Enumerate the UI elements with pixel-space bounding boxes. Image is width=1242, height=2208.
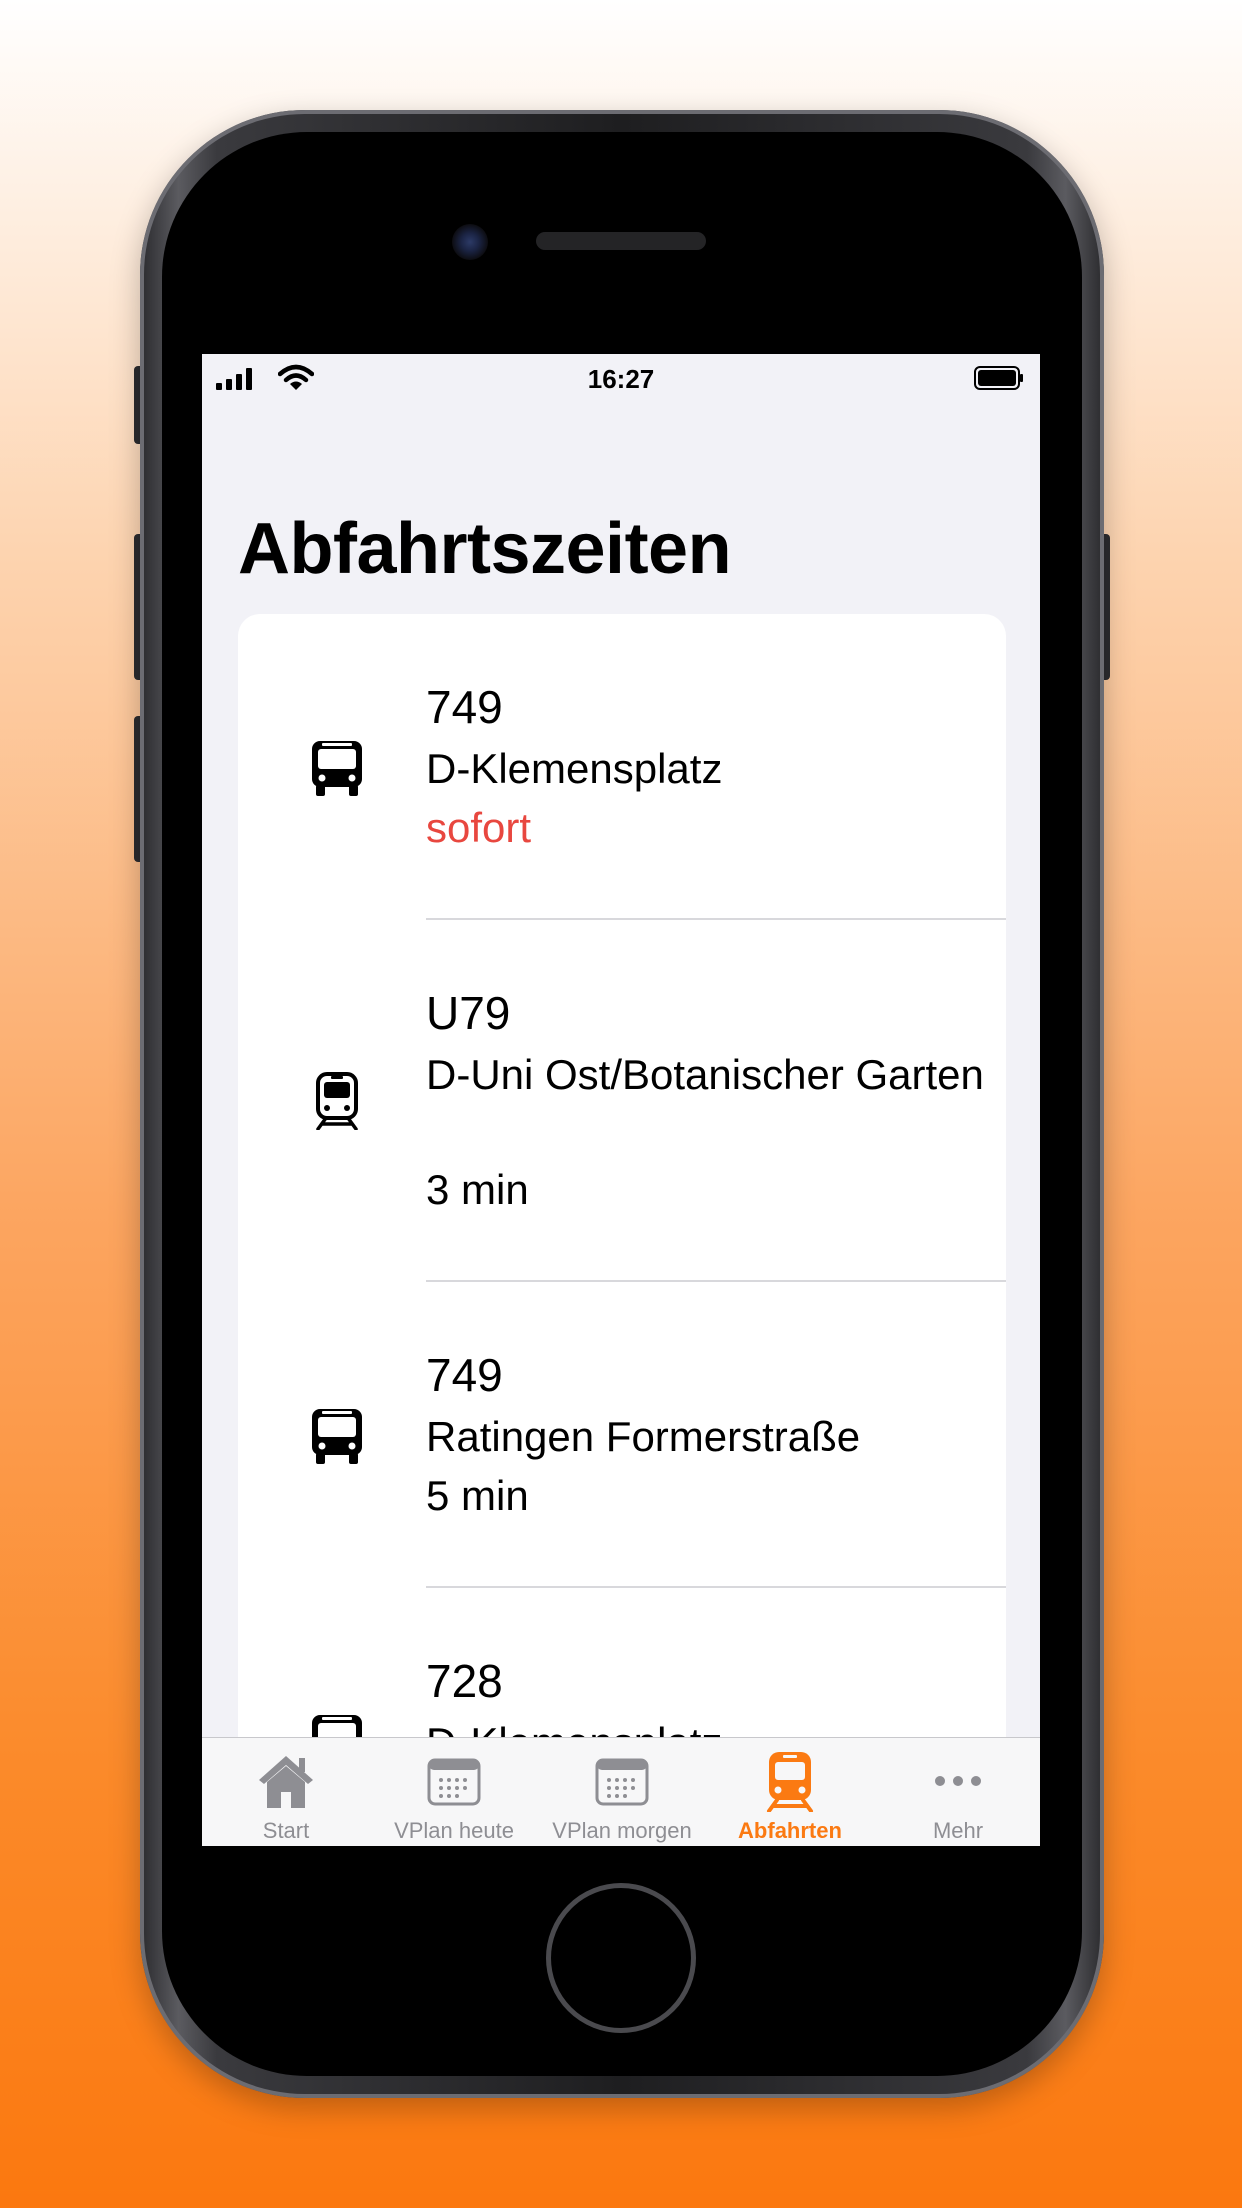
- departure-row[interactable]: 749 Ratingen Formerstraße 5 min: [238, 1282, 1006, 1588]
- destination: D-Klemensplatz: [426, 745, 723, 792]
- departure-list[interactable]: 749 D-Klemensplatz sofort U79 D-Uni Ost/…: [238, 614, 1006, 1814]
- more-icon: [935, 1776, 981, 1786]
- tab-label: Mehr: [932, 1818, 984, 1843]
- tab-label: Abfahrten: [738, 1818, 842, 1843]
- tab-mehr[interactable]: Mehr: [874, 1738, 1040, 1846]
- page-title: Abfahrtszeiten: [238, 509, 732, 589]
- line-number: 749: [426, 681, 503, 733]
- house-icon: [259, 1756, 313, 1808]
- tab-label: Start: [262, 1818, 310, 1843]
- earpiece-speaker: [536, 232, 706, 250]
- line-number: U79: [426, 987, 511, 1039]
- departure-time: 3 min: [426, 1166, 529, 1213]
- tram-icon: [316, 1072, 358, 1130]
- status-time: 16:27: [587, 364, 655, 394]
- departure-time: sofort: [426, 804, 532, 851]
- departure-row[interactable]: 749 D-Klemensplatz sofort: [238, 614, 1006, 920]
- bus-icon: [312, 741, 362, 796]
- destination: D-Uni Ost/Botanischer Garten: [426, 1051, 984, 1098]
- battery-icon: [974, 366, 1023, 390]
- destination: Ratingen Formerstraße: [426, 1413, 861, 1460]
- calendar-icon: [427, 1758, 481, 1806]
- tab-abfahrten[interactable]: Abfahrten: [706, 1738, 874, 1846]
- tab-vplan-morgen[interactable]: VPlan morgen: [538, 1738, 706, 1846]
- app-screen: 16:27 Abfahrtszeiten 749 D-Klemensplatz …: [202, 354, 1040, 1846]
- line-number: 728: [426, 1655, 503, 1707]
- calendar-icon: [595, 1758, 649, 1806]
- tab-start[interactable]: Start: [202, 1738, 370, 1846]
- status-bar: 16:27: [202, 354, 1040, 404]
- tab-vplan-heute[interactable]: VPlan heute: [370, 1738, 538, 1846]
- bus-icon: [312, 1409, 362, 1464]
- tab-label: VPlan morgen: [552, 1818, 692, 1843]
- front-camera: [452, 224, 488, 260]
- departure-row[interactable]: U79 D-Uni Ost/Botanischer Garten 3 min: [238, 920, 1006, 1282]
- line-number: 749: [426, 1349, 503, 1401]
- tab-bar: Start VPlan heute VPlan morgen Abfahrten…: [202, 1737, 1040, 1846]
- tab-label: VPlan heute: [394, 1818, 514, 1843]
- departure-time: 5 min: [426, 1472, 529, 1519]
- home-button[interactable]: [546, 1883, 696, 2033]
- tram-icon: [767, 1752, 813, 1812]
